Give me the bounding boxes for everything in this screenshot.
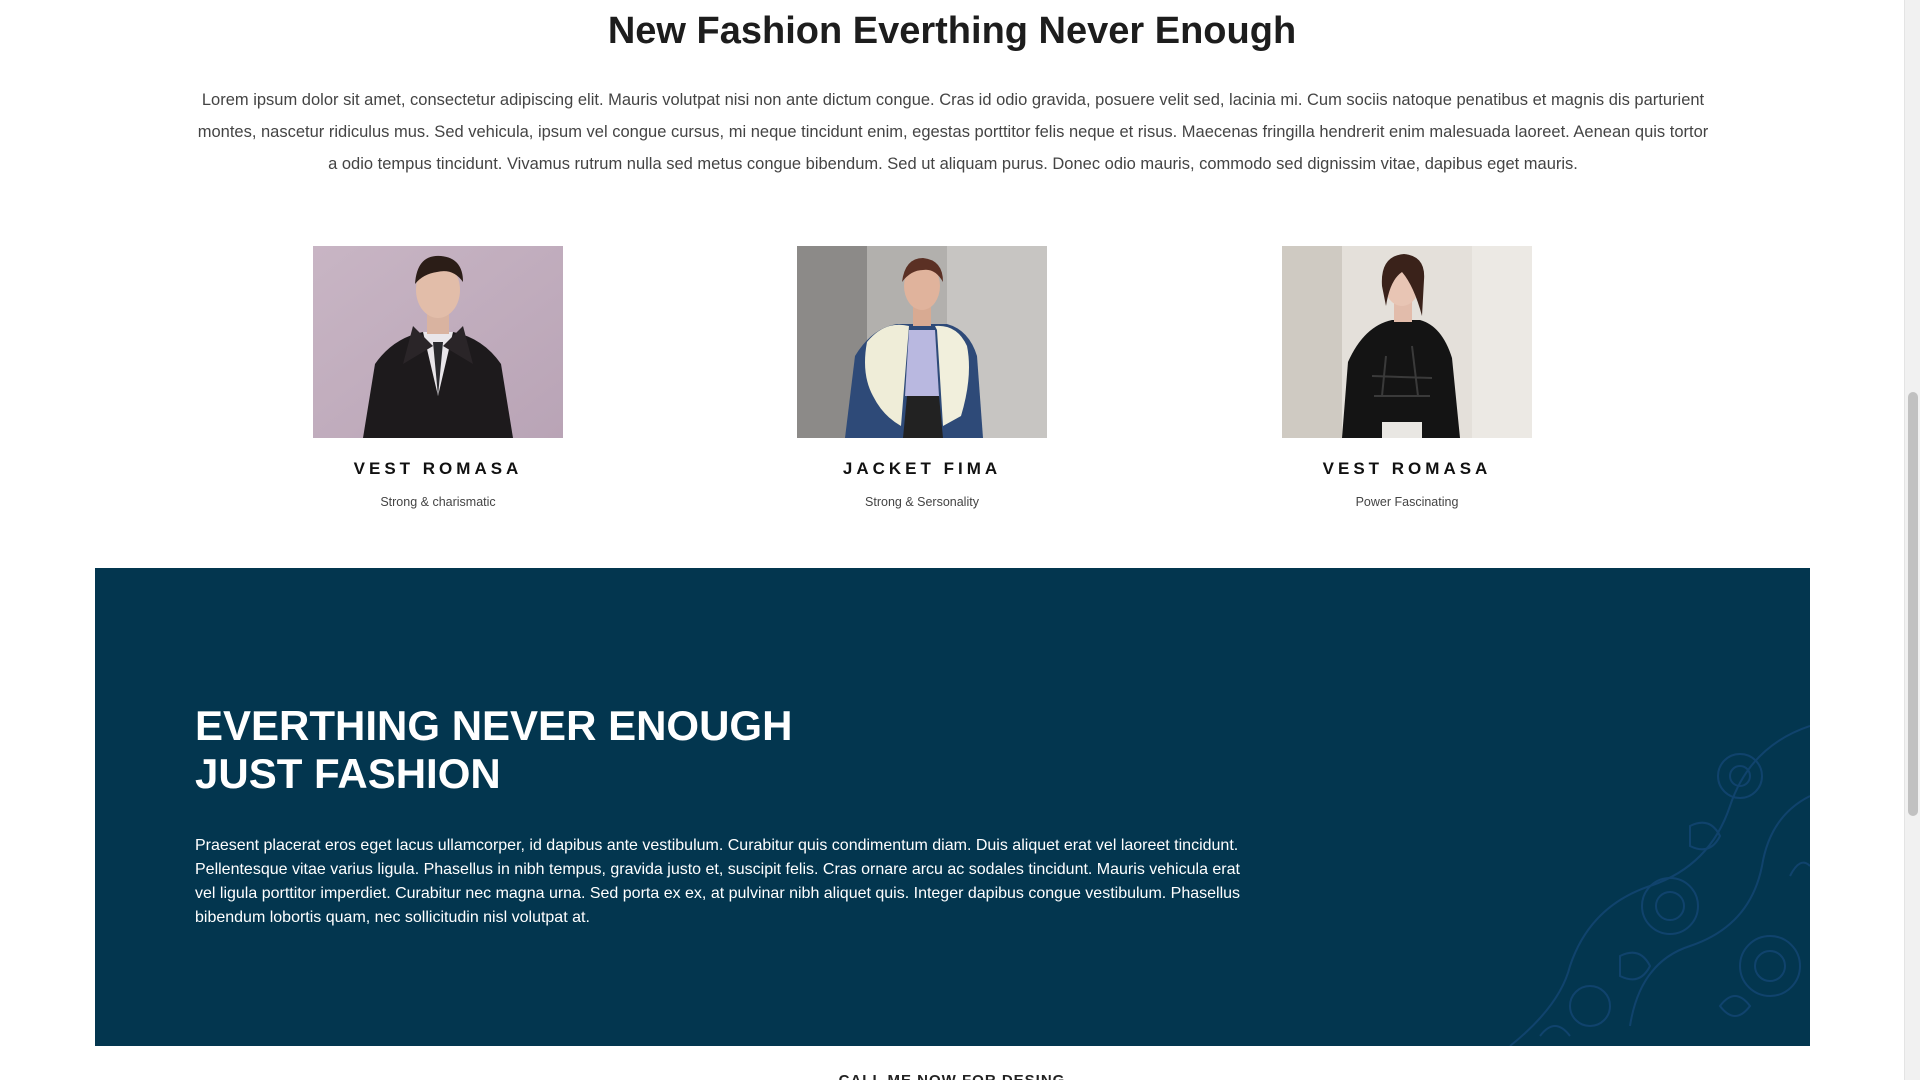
- product-photo-man-trench-coat[interactable]: [313, 246, 563, 438]
- product-subtitle: Strong & charismatic: [380, 495, 496, 509]
- section-intro-text: Lorem ipsum dolor sit amet, consectetur …: [197, 91, 1709, 173]
- product-name[interactable]: JACKET FIMA: [772, 458, 1072, 480]
- product-photo-woman-leather-jacket[interactable]: [1282, 246, 1532, 438]
- banner-title-line-2: JUST FASHION: [195, 750, 501, 797]
- scrollbar-thumb[interactable]: [1908, 392, 1918, 816]
- promo-banner: EVERTHING NEVER ENOUGH JUST FASHION Prae…: [95, 568, 1810, 1046]
- product-name[interactable]: VEST ROMASA: [1257, 458, 1557, 480]
- page: New Fashion Everthing Never Enough Lorem…: [0, 0, 1904, 1080]
- banner-text: Praesent placerat eros eget lacus ullamc…: [195, 837, 1241, 926]
- product-photo-image: [797, 246, 1047, 438]
- cta-heading: CALL ME NOW FOR DESING: [0, 1072, 1904, 1080]
- product-card[interactable]: JACKET FIMA Strong & Sersonality: [772, 246, 1072, 510]
- product-photo-woman-fur-jacket[interactable]: [797, 246, 1047, 438]
- product-photo-image: [313, 246, 563, 438]
- product-card[interactable]: VEST ROMASA Power Fascinating: [1257, 246, 1557, 510]
- product-name[interactable]: VEST ROMASA: [288, 458, 588, 480]
- vertical-scrollbar[interactable]: [1904, 0, 1920, 1080]
- banner-title: EVERTHING NEVER ENOUGH JUST FASHION: [195, 702, 792, 798]
- product-photo-image: [1282, 246, 1532, 438]
- section-title: New Fashion Everthing Never Enough: [607, 10, 1297, 52]
- product-subtitle: Strong & Sersonality: [865, 495, 979, 509]
- product-card[interactable]: VEST ROMASA Strong & charismatic: [288, 246, 588, 510]
- banner-title-line-1: EVERTHING NEVER ENOUGH: [195, 702, 793, 749]
- floral-pattern-decoration: [1509, 725, 1810, 1046]
- product-subtitle: Power Fascinating: [1355, 495, 1459, 509]
